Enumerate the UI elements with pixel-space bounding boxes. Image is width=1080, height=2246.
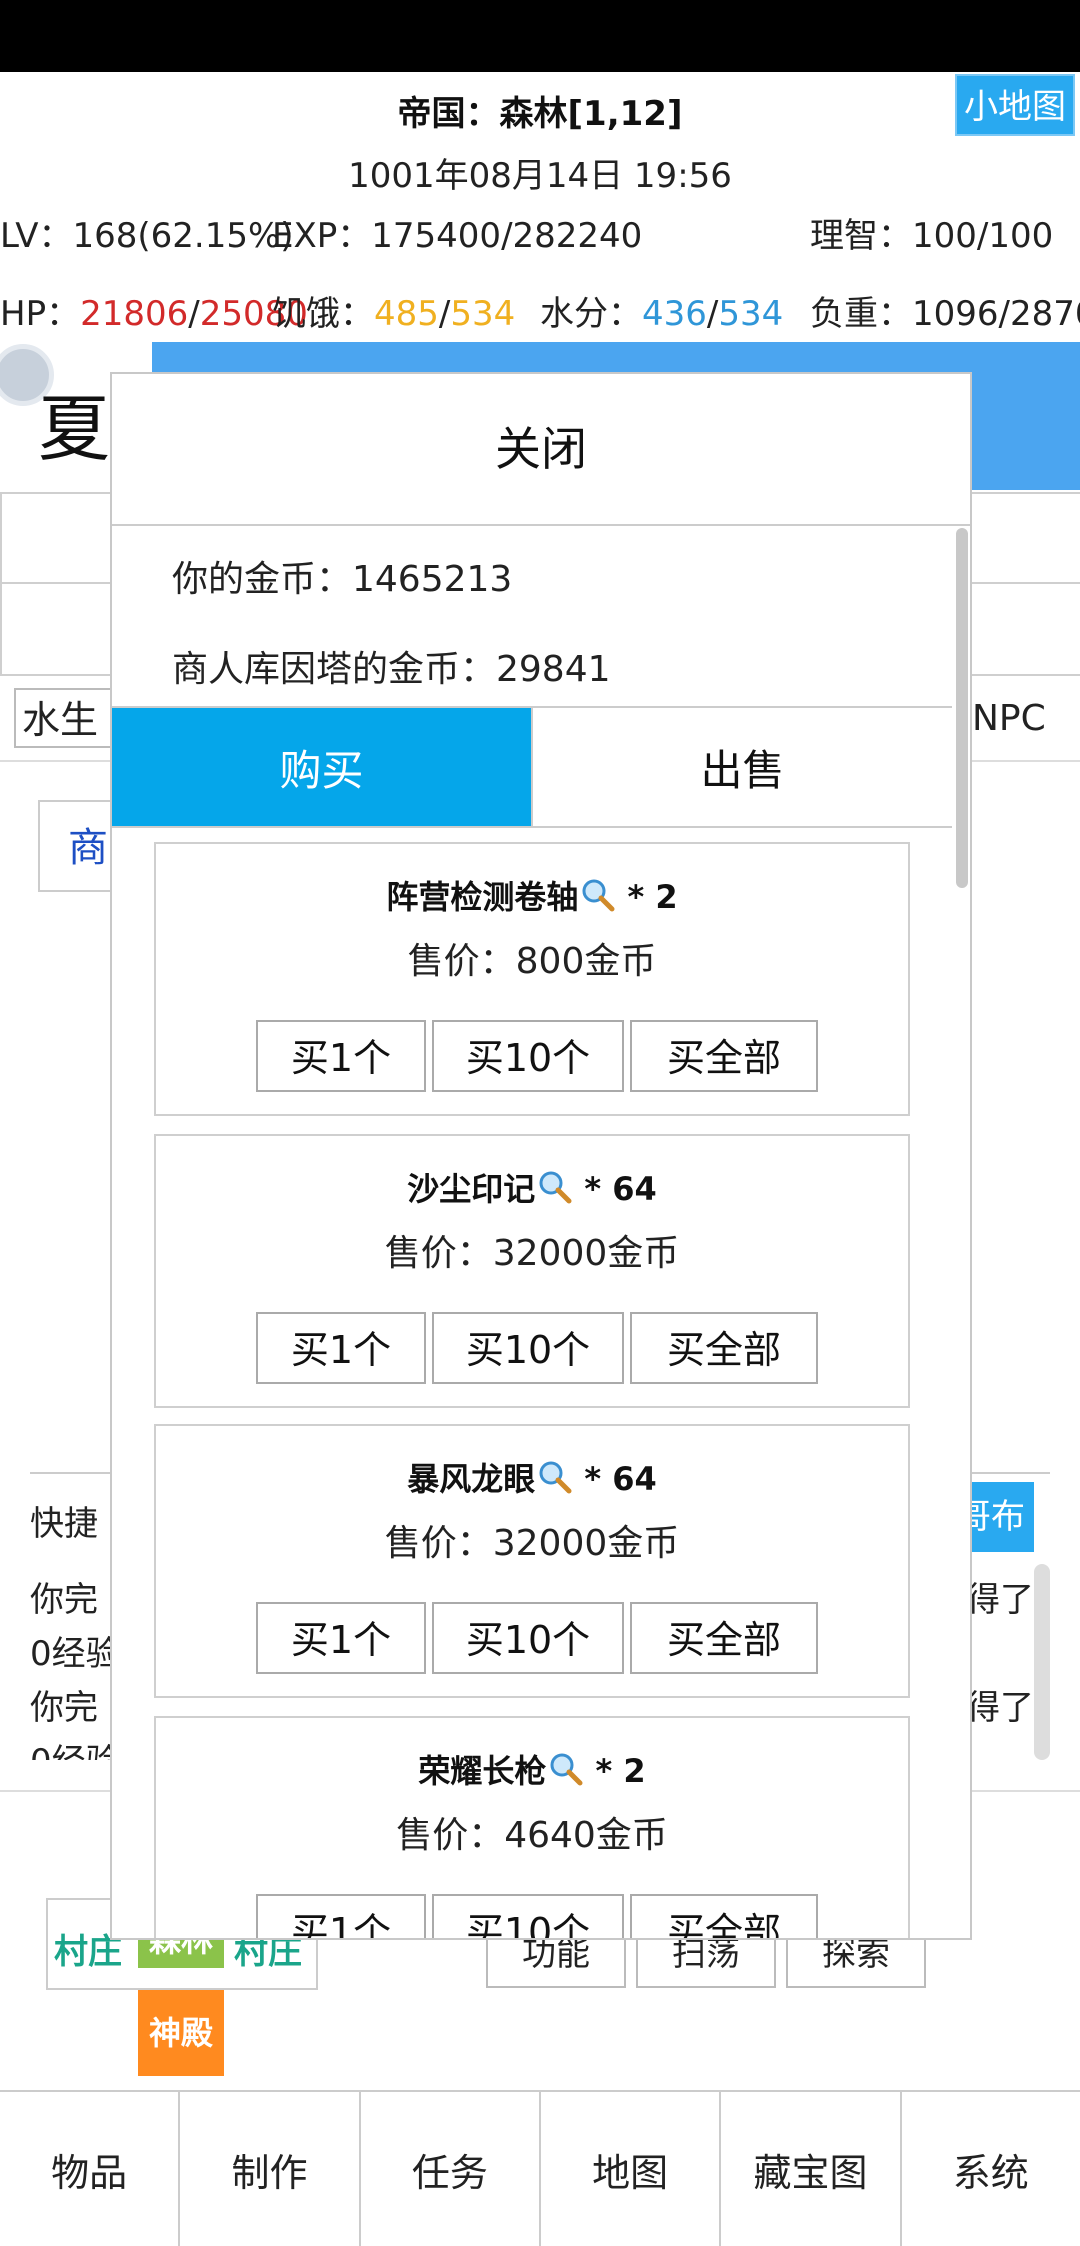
buy-all-button[interactable]: 买全部 bbox=[630, 1602, 818, 1674]
item-name: 沙尘印记 bbox=[407, 1170, 536, 1208]
nav-treasure-map[interactable]: 藏宝图 bbox=[721, 2092, 902, 2246]
exp-stat: EXP：175400/282240 bbox=[272, 216, 643, 256]
item-price: 售价：4640金币 bbox=[396, 1815, 668, 1856]
item-price: 售价：32000金币 bbox=[384, 1233, 680, 1274]
item-name: 荣耀长枪 bbox=[418, 1752, 547, 1790]
item-name: 阵营检测卷轴 bbox=[386, 878, 579, 916]
nav-quests[interactable]: 任务 bbox=[361, 2092, 541, 2246]
item-name: 暴风龙眼 bbox=[407, 1460, 536, 1498]
load-stat: 负重：1096/2870 bbox=[810, 294, 1080, 334]
location-temple[interactable]: 神殿 bbox=[138, 1990, 224, 2076]
merchant-dialog: 关闭 你的金币：1465213 商人库因塔的金币：29841 购买 出售 阵营检… bbox=[110, 372, 972, 1940]
level-stat: LV：168(62.15%) bbox=[0, 216, 294, 256]
merchant-gold: 商人库因塔的金币：29841 bbox=[172, 649, 611, 690]
magnifier-icon[interactable] bbox=[548, 1751, 584, 1795]
item-price: 售价：32000金币 bbox=[384, 1523, 680, 1564]
player-gold: 你的金币：1465213 bbox=[172, 559, 513, 600]
shop-item-card: 沙尘印记 * 64 售价：32000金币 买1个 买10个 买全部 bbox=[154, 1134, 910, 1408]
item-title: 沙尘印记 * 64 bbox=[156, 1164, 908, 1213]
log-line: 0经验 bbox=[30, 1734, 120, 1760]
log-line: 你完 bbox=[30, 1580, 98, 1620]
water-current: 436 bbox=[642, 294, 707, 334]
buy-all-button[interactable]: 买全部 bbox=[630, 1020, 818, 1092]
magnifier-icon[interactable] bbox=[580, 877, 616, 921]
tab-buy[interactable]: 购买 bbox=[112, 708, 531, 826]
buy-all-button[interactable]: 买全部 bbox=[630, 1894, 818, 1938]
water-label: 水分： bbox=[540, 294, 642, 334]
nav-system[interactable]: 系统 bbox=[902, 2092, 1080, 2246]
trade-tabs: 购买 出售 bbox=[112, 706, 952, 828]
log-line: 得了 bbox=[966, 1688, 1034, 1728]
nav-craft[interactable]: 制作 bbox=[180, 2092, 361, 2246]
magnifier-icon[interactable] bbox=[537, 1459, 573, 1503]
item-title: 暴风龙眼 * 64 bbox=[156, 1454, 908, 1503]
hunger-max: 534 bbox=[450, 294, 516, 334]
item-title: 阵营检测卷轴 * 2 bbox=[156, 872, 908, 921]
log-line: 得了 bbox=[966, 1580, 1034, 1620]
hunger-stat: 饥饿：485/534 bbox=[272, 286, 515, 335]
reason-stat: 理智：100/100 bbox=[810, 216, 1054, 256]
buy-one-button[interactable]: 买1个 bbox=[256, 1602, 426, 1674]
bottom-nav: 物品 制作 任务 地图 藏宝图 系统 bbox=[0, 2090, 1080, 2246]
character-name-initial: 夏 bbox=[38, 387, 111, 471]
hunger-current: 485 bbox=[374, 294, 439, 334]
quick-label: 快捷 bbox=[30, 1504, 98, 1544]
item-quantity: * 64 bbox=[584, 1460, 657, 1498]
hp-label: HP： bbox=[0, 294, 81, 334]
hp-separator: / bbox=[188, 294, 200, 334]
log-scrollbar[interactable] bbox=[1034, 1564, 1050, 1760]
npc-label: NPC bbox=[972, 698, 1046, 739]
hp-current: 21806 bbox=[80, 294, 189, 334]
buy-ten-button[interactable]: 买10个 bbox=[432, 1312, 624, 1384]
npc-select[interactable]: 水生 bbox=[14, 688, 124, 748]
hp-stat: HP：21806/25080 bbox=[0, 286, 308, 335]
water-stat: 水分：436/534 bbox=[540, 286, 783, 335]
log-line: 你完 bbox=[30, 1688, 98, 1728]
buy-one-button[interactable]: 买1个 bbox=[256, 1020, 426, 1092]
water-separator: / bbox=[706, 294, 719, 334]
shop-tab[interactable]: 商 bbox=[38, 800, 118, 892]
modal-scrollbar[interactable] bbox=[956, 528, 968, 888]
tab-sell[interactable]: 出售 bbox=[531, 708, 952, 826]
buy-ten-button[interactable]: 买10个 bbox=[432, 1020, 624, 1092]
hunger-separator: / bbox=[438, 294, 451, 334]
item-quantity: * 64 bbox=[584, 1170, 657, 1208]
minimap-button[interactable]: 小地图 bbox=[955, 74, 1075, 136]
item-quantity: * 2 bbox=[627, 878, 678, 916]
magnifier-icon[interactable] bbox=[537, 1169, 573, 1213]
close-button[interactable]: 关闭 bbox=[112, 374, 970, 526]
game-datetime: 1001年08月14日 19:56 bbox=[348, 156, 732, 196]
buy-one-button[interactable]: 买1个 bbox=[256, 1312, 426, 1384]
water-max: 534 bbox=[718, 294, 784, 334]
hunger-label: 饥饿： bbox=[272, 294, 374, 334]
shop-item-card: 荣耀长枪 * 2 售价：4640金币 买1个 买10个 买全部 bbox=[154, 1716, 910, 1938]
nav-map[interactable]: 地图 bbox=[541, 2092, 722, 2246]
item-quantity: * 2 bbox=[595, 1752, 646, 1790]
item-price: 售价：800金币 bbox=[407, 941, 657, 982]
log-line: 0经验 bbox=[30, 1634, 120, 1674]
buy-all-button[interactable]: 买全部 bbox=[630, 1312, 818, 1384]
shop-item-card: 阵营检测卷轴 * 2 售价：800金币 买1个 买10个 买全部 bbox=[154, 842, 910, 1116]
buy-ten-button[interactable]: 买10个 bbox=[432, 1602, 624, 1674]
nav-items[interactable]: 物品 bbox=[0, 2092, 181, 2246]
system-status-bar bbox=[0, 0, 1080, 72]
buy-one-button[interactable]: 买1个 bbox=[256, 1894, 426, 1938]
buy-ten-button[interactable]: 买10个 bbox=[432, 1894, 624, 1938]
location-title: 帝国：森林[1,12] bbox=[397, 94, 683, 134]
shop-item-card: 暴风龙眼 * 64 售价：32000金币 买1个 买10个 买全部 bbox=[154, 1424, 910, 1698]
item-title: 荣耀长枪 * 2 bbox=[156, 1746, 908, 1795]
